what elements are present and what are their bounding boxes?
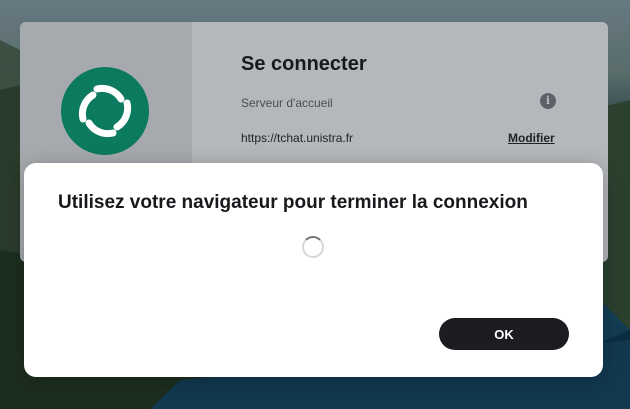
info-icon[interactable]: i — [540, 93, 556, 109]
homeserver-url: https://tchat.unistra.fr — [241, 131, 354, 145]
modify-server-link[interactable]: Modifier — [508, 131, 555, 145]
login-title: Se connecter — [241, 53, 367, 75]
element-logo-icon — [61, 67, 149, 155]
loading-spinner-icon — [302, 236, 324, 258]
ok-button[interactable]: OK — [439, 318, 569, 350]
desktop-background: Se connecter Serveur d'accueil i https:/… — [0, 0, 630, 409]
homeserver-label: Serveur d'accueil — [241, 96, 333, 110]
dialog-title: Utilisez votre navigateur pour terminer … — [58, 192, 528, 213]
browser-login-dialog: Utilisez votre navigateur pour terminer … — [24, 163, 603, 377]
